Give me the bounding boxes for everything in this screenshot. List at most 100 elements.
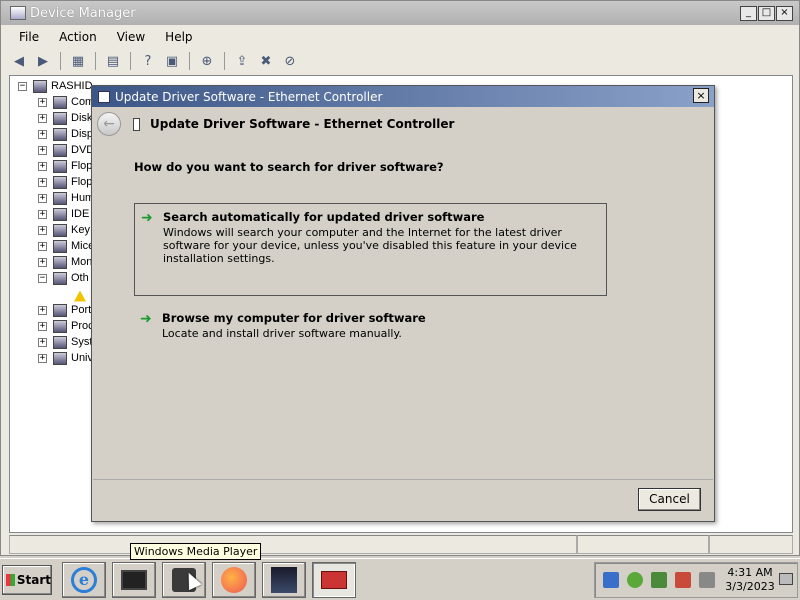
dm-titlebar[interactable]: Device Manager _ □ ×: [1, 1, 799, 25]
tree-item[interactable]: + Univ: [38, 350, 93, 366]
tree-item-label: Flop: [71, 160, 93, 172]
utorrent-icon[interactable]: [627, 572, 643, 588]
tree-item-label: IDE: [71, 208, 90, 220]
device-category-icon: [53, 319, 67, 333]
device-category-icon: [53, 239, 67, 253]
toolbar: ◀ ▶ ▦ ▤ ? ▣ ⊕ ⇪ ✖ ⊘: [9, 50, 300, 72]
taskbar-firefox[interactable]: [212, 562, 256, 598]
device-category-icon: [53, 191, 67, 205]
menu-action[interactable]: Action: [49, 28, 107, 46]
taskbar-monitor-app[interactable]: [112, 562, 156, 598]
power-icon[interactable]: [675, 572, 691, 588]
menu-help[interactable]: Help: [155, 28, 202, 46]
collapse-toggle[interactable]: −: [18, 81, 27, 91]
tree-item-label: Syst: [71, 336, 93, 348]
device-category-icon: [53, 127, 67, 141]
properties-icon[interactable]: ▣: [162, 51, 182, 71]
tree-item[interactable]: − Oth: [38, 270, 89, 286]
action-center-icon[interactable]: [779, 573, 793, 585]
dm-window-title: Device Manager: [30, 5, 136, 21]
menu-file[interactable]: File: [9, 28, 49, 46]
toolbar-separator: [60, 52, 61, 70]
scan-hardware-icon[interactable]: ⊕: [197, 51, 217, 71]
collapse-toggle[interactable]: −: [38, 273, 47, 283]
device-category-icon: [53, 111, 67, 125]
dialog-title: Update Driver Software - Ethernet Contro…: [115, 89, 383, 104]
footer-separator: [93, 479, 713, 480]
tree-item[interactable]: + DVD: [38, 142, 94, 158]
close-button[interactable]: ×: [776, 6, 793, 21]
device-category-icon: [53, 207, 67, 221]
tree-item[interactable]: + Mon: [38, 254, 92, 270]
update-driver-icon[interactable]: ⇪: [232, 51, 252, 71]
list-icon[interactable]: ▤: [103, 51, 123, 71]
security-icon[interactable]: [603, 572, 619, 588]
taskbar-device-manager[interactable]: [312, 562, 356, 598]
tree-item[interactable]: + Com: [38, 94, 94, 110]
option-description: Windows will search your computer and th…: [163, 226, 577, 265]
dialog-close-button[interactable]: ×: [693, 88, 709, 103]
expand-toggle[interactable]: +: [38, 145, 47, 155]
back-icon[interactable]: ◀: [9, 51, 29, 71]
tree-item[interactable]: + IDE: [38, 206, 89, 222]
tree-item[interactable]: + Hum: [38, 190, 94, 206]
dialog-titlebar[interactable]: Update Driver Software - Ethernet Contro…: [92, 86, 714, 107]
network-icon[interactable]: [651, 572, 667, 588]
wizard-back-button[interactable]: ←: [97, 112, 121, 136]
option-search-automatically[interactable]: ➜ Search automatically for updated drive…: [134, 203, 607, 296]
minimize-button[interactable]: _: [740, 6, 757, 21]
taskbar-internet-explorer[interactable]: e: [62, 562, 106, 598]
expand-toggle[interactable]: +: [38, 193, 47, 203]
expand-toggle[interactable]: +: [38, 113, 47, 123]
expand-toggle[interactable]: +: [38, 225, 47, 235]
expand-toggle[interactable]: +: [38, 257, 47, 267]
expand-toggle[interactable]: +: [38, 129, 47, 139]
start-button[interactable]: Start: [2, 565, 52, 595]
taskbar-dark-app[interactable]: [262, 562, 306, 598]
expand-toggle[interactable]: +: [38, 305, 47, 315]
tree-item-label: Univ: [71, 352, 94, 364]
tree-item-label: Port: [71, 304, 92, 316]
tree-root[interactable]: − RASHID: [18, 78, 93, 94]
tree-item[interactable]: + Disp: [38, 126, 93, 142]
properties-pane-icon[interactable]: ▦: [68, 51, 88, 71]
expand-toggle[interactable]: +: [38, 209, 47, 219]
taskbar: Start e 4:31 AM 3/3/2023: [0, 558, 800, 600]
tree-item[interactable]: + Mice: [38, 238, 94, 254]
system-tray: 4:31 AM 3/3/2023: [594, 562, 798, 598]
uninstall-icon[interactable]: ✖: [256, 51, 276, 71]
tree-item-label: Flop: [71, 176, 93, 188]
device-category-icon: [53, 95, 67, 109]
toolbar-separator: [130, 52, 131, 70]
expand-toggle[interactable]: +: [38, 177, 47, 187]
maximize-button[interactable]: □: [758, 6, 775, 21]
tree-item[interactable]: + Disk: [38, 110, 92, 126]
cancel-button[interactable]: Cancel: [638, 488, 701, 511]
help-icon[interactable]: ?: [138, 51, 158, 71]
tree-item[interactable]: + Port: [38, 302, 91, 318]
dark-app-icon: [271, 567, 297, 593]
tree-item[interactable]: + Proc: [38, 318, 94, 334]
tree-item[interactable]: + Syst: [38, 334, 92, 350]
wizard-header-title: Update Driver Software - Ethernet Contro…: [150, 117, 455, 131]
forward-icon[interactable]: ▶: [33, 51, 53, 71]
clock[interactable]: 4:31 AM 3/3/2023: [719, 566, 781, 594]
tree-item[interactable]: + Flop: [38, 174, 92, 190]
expand-toggle[interactable]: +: [38, 337, 47, 347]
menu-view[interactable]: View: [107, 28, 155, 46]
tree-item[interactable]: + Key: [38, 222, 90, 238]
expand-toggle[interactable]: +: [38, 321, 47, 331]
expand-toggle[interactable]: +: [38, 241, 47, 251]
expand-toggle[interactable]: +: [38, 161, 47, 171]
expand-toggle[interactable]: +: [38, 353, 47, 363]
option-description: Locate and install driver software manua…: [162, 327, 402, 340]
volume-muted-icon[interactable]: [699, 572, 715, 588]
option-browse-computer[interactable]: ➜ Browse my computer for driver software…: [134, 305, 607, 345]
disable-icon[interactable]: ⊘: [280, 51, 300, 71]
device-icon: [133, 117, 140, 131]
tree-root-label: RASHID: [51, 80, 93, 92]
tree-item[interactable]: + Flop: [38, 158, 92, 174]
device-category-icon: [53, 223, 67, 237]
device-category-icon: [53, 143, 67, 157]
expand-toggle[interactable]: +: [38, 97, 47, 107]
